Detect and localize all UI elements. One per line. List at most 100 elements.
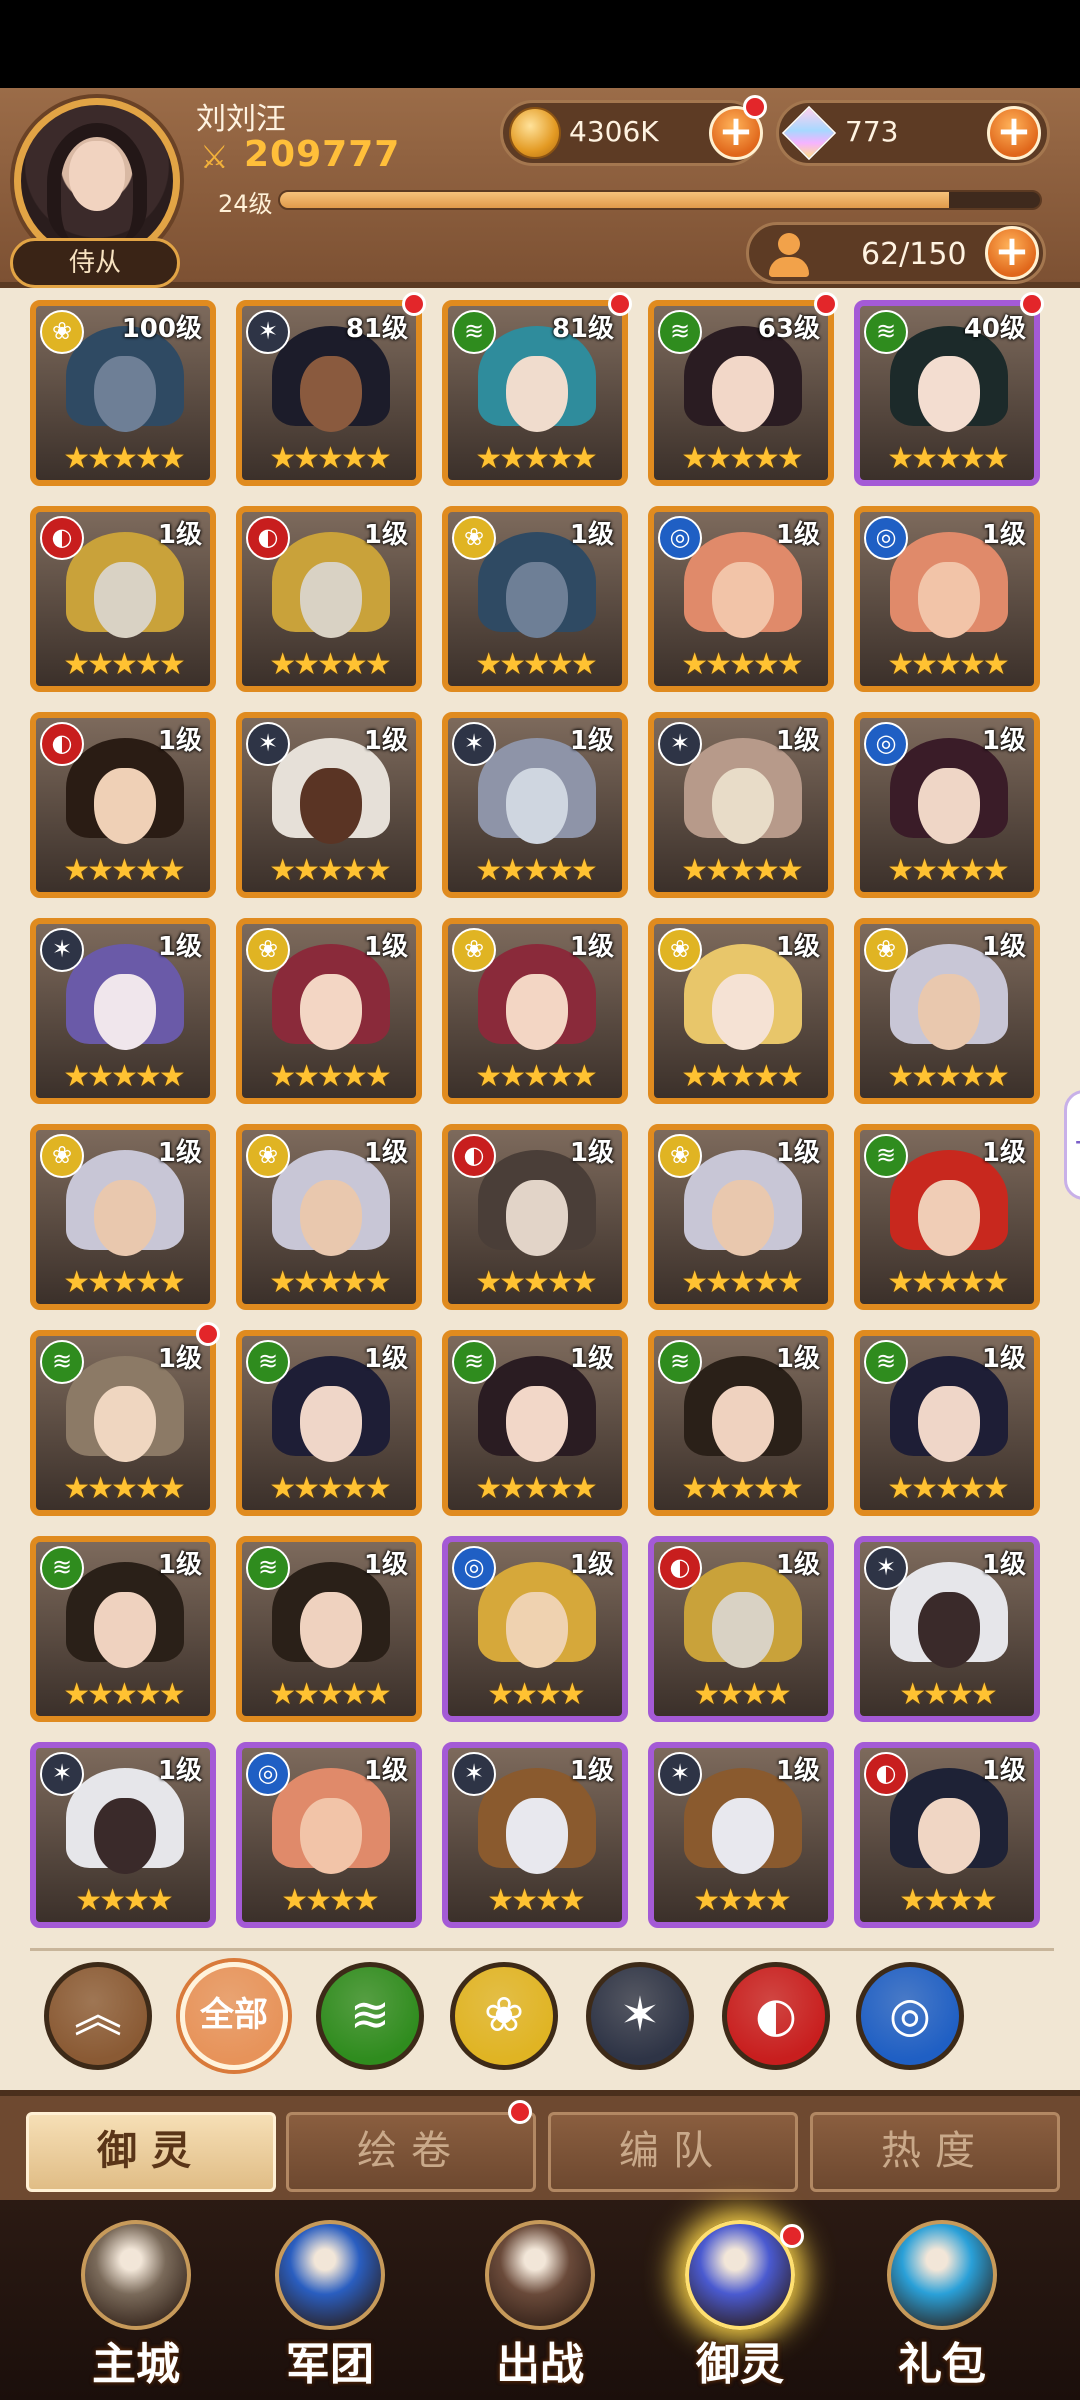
- hero-level: 1级: [363, 1138, 408, 1168]
- crossed-swords-icon: ⚔: [200, 138, 229, 176]
- tab-2[interactable]: 编队: [548, 2112, 798, 2192]
- nav-item-3[interactable]: 御灵: [650, 2220, 830, 2398]
- hero-portrait-face: [918, 1180, 980, 1256]
- status-bar: [0, 0, 1080, 88]
- hero-card[interactable]: ≋ 1级 ★★★★★: [648, 1330, 834, 1516]
- filter-water-button[interactable]: ◎: [856, 1962, 964, 2070]
- hero-level: 1级: [569, 932, 614, 962]
- hero-card[interactable]: ◎ 1级 ★★★★★: [854, 506, 1040, 692]
- hero-card[interactable]: ❀ 1级 ★★★★★: [648, 1124, 834, 1310]
- nav-item-2[interactable]: 出战: [450, 2220, 630, 2398]
- hero-card[interactable]: ◐ 1级 ★★★★★: [442, 1124, 628, 1310]
- hero-star-rating: ★★★★★: [887, 1471, 1009, 1506]
- hero-card[interactable]: ≋ 1级 ★★★★★: [854, 1330, 1040, 1516]
- hero-card[interactable]: ◎ 1级 ★★★★: [236, 1742, 422, 1928]
- water-element-icon: ◎: [864, 516, 908, 560]
- notification-dot: [814, 292, 838, 316]
- hero-level: 1级: [157, 726, 202, 756]
- hero-star-rating: ★★★★★: [681, 1471, 803, 1506]
- wind-element-icon: ≋: [349, 1987, 391, 2043]
- hero-portrait-face: [918, 768, 980, 844]
- hero-card[interactable]: ≋ 1级 ★★★★★: [442, 1330, 628, 1516]
- hero-card[interactable]: ✶ 1级 ★★★★: [648, 1742, 834, 1928]
- hero-star-rating: ★★★★: [899, 1883, 998, 1918]
- nav-item-1[interactable]: 军团: [240, 2220, 420, 2398]
- hero-star-rating: ★★★★★: [269, 1059, 391, 1094]
- hero-level: 1级: [569, 1138, 614, 1168]
- hero-card[interactable]: ≋ 1级 ★★★★★: [236, 1330, 422, 1516]
- hero-card[interactable]: ✶ 1级 ★★★★★: [442, 712, 628, 898]
- hero-star-rating: ★★★★: [899, 1677, 998, 1712]
- filter-wind-button[interactable]: ≋: [316, 1962, 424, 2070]
- hero-card[interactable]: ≋ 63级 ★★★★★: [648, 300, 834, 486]
- hero-card[interactable]: ◐ 1级 ★★★★★: [236, 506, 422, 692]
- wind-element-icon: ≋: [40, 1546, 84, 1590]
- hero-card[interactable]: ❀ 1级 ★★★★★: [854, 918, 1040, 1104]
- hero-level: 1级: [363, 726, 408, 756]
- hero-card[interactable]: ❀ 1级 ★★★★★: [442, 918, 628, 1104]
- hero-card[interactable]: ✶ 1级 ★★★★: [854, 1536, 1040, 1722]
- hero-portrait-face: [712, 1180, 774, 1256]
- side-expand-tab[interactable]: +: [1064, 1090, 1080, 1200]
- star-web-element-icon: ✶: [40, 928, 84, 972]
- hero-portrait-face: [94, 356, 156, 432]
- xp-progress-bar: [278, 190, 1042, 210]
- hero-card[interactable]: ≋ 81级 ★★★★★: [442, 300, 628, 486]
- hero-card[interactable]: ≋ 1级 ★★★★★: [236, 1536, 422, 1722]
- tab-0[interactable]: 御灵: [26, 2112, 276, 2192]
- hero-card[interactable]: ◎ 1级 ★★★★: [442, 1536, 628, 1722]
- filter-fire-button[interactable]: ◐: [722, 1962, 830, 2070]
- hero-card[interactable]: ❀ 1级 ★★★★★: [648, 918, 834, 1104]
- hero-card[interactable]: ✶ 81级 ★★★★★: [236, 300, 422, 486]
- hero-card[interactable]: ✶ 1级 ★★★★★: [236, 712, 422, 898]
- hero-portrait-face: [918, 562, 980, 638]
- hero-card[interactable]: ≋ 1级 ★★★★★: [854, 1124, 1040, 1310]
- hero-level: 1级: [775, 932, 820, 962]
- nav-item-0[interactable]: 主城: [46, 2220, 226, 2398]
- hero-level: 1级: [981, 520, 1026, 550]
- hero-card[interactable]: ◎ 1级 ★★★★★: [648, 506, 834, 692]
- hero-card[interactable]: ◐ 1级 ★★★★: [648, 1536, 834, 1722]
- hero-card[interactable]: ❀ 100级 ★★★★★: [30, 300, 216, 486]
- star-web-element-icon: ✶: [658, 722, 702, 766]
- hero-level: 1级: [981, 932, 1026, 962]
- filter-gold-button[interactable]: ❀: [450, 1962, 558, 2070]
- hero-card[interactable]: ❀ 1级 ★★★★★: [236, 1124, 422, 1310]
- hero-card[interactable]: ◐ 1级 ★★★★: [854, 1742, 1040, 1928]
- player-title-badge: 侍从: [10, 238, 180, 288]
- add-gems-button[interactable]: +: [987, 106, 1041, 160]
- hero-card[interactable]: ✶ 1级 ★★★★: [30, 1742, 216, 1928]
- filter-dark-button[interactable]: ✶: [586, 1962, 694, 2070]
- fire-element-icon: ◐: [755, 1987, 797, 2043]
- hero-star-rating: ★★★★★: [269, 1677, 391, 1712]
- tab-3[interactable]: 热度: [810, 2112, 1060, 2192]
- hero-star-rating: ★★★★★: [475, 853, 597, 888]
- hero-portrait-face: [300, 1386, 362, 1462]
- hero-card[interactable]: ◐ 1级 ★★★★★: [30, 712, 216, 898]
- hero-level: 1级: [363, 1344, 408, 1374]
- crystal-icon: [685, 2220, 795, 2330]
- notification-dot: [608, 292, 632, 316]
- rose-element-icon: ❀: [864, 928, 908, 972]
- hero-portrait-face: [506, 356, 568, 432]
- hero-level: 1级: [363, 1550, 408, 1580]
- hero-card[interactable]: ✶ 1级 ★★★★★: [30, 918, 216, 1104]
- hero-card[interactable]: ❀ 1级 ★★★★★: [442, 506, 628, 692]
- player-level: 24级: [218, 190, 273, 218]
- hero-card[interactable]: ≋ 1级 ★★★★★: [30, 1330, 216, 1516]
- hero-card[interactable]: ◎ 1级 ★★★★★: [854, 712, 1040, 898]
- hero-star-rating: ★★★★: [75, 1883, 174, 1918]
- hero-card[interactable]: ≋ 40级 ★★★★★: [854, 300, 1040, 486]
- hero-card[interactable]: ❀ 1级 ★★★★★: [236, 918, 422, 1104]
- hero-card[interactable]: ❀ 1级 ★★★★★: [30, 1124, 216, 1310]
- filter-all-button[interactable]: 全部: [180, 1962, 288, 2070]
- hero-card[interactable]: ≋ 1级 ★★★★★: [30, 1536, 216, 1722]
- nav-item-4[interactable]: 礼包: [852, 2220, 1032, 2398]
- gem-icon: [781, 105, 837, 161]
- expand-capacity-button[interactable]: +: [985, 226, 1039, 280]
- filter-collapse-button[interactable]: ︽: [44, 1962, 152, 2070]
- hero-card[interactable]: ◐ 1级 ★★★★★: [30, 506, 216, 692]
- tab-1[interactable]: 绘卷: [286, 2112, 536, 2192]
- hero-card[interactable]: ✶ 1级 ★★★★: [442, 1742, 628, 1928]
- hero-card[interactable]: ✶ 1级 ★★★★★: [648, 712, 834, 898]
